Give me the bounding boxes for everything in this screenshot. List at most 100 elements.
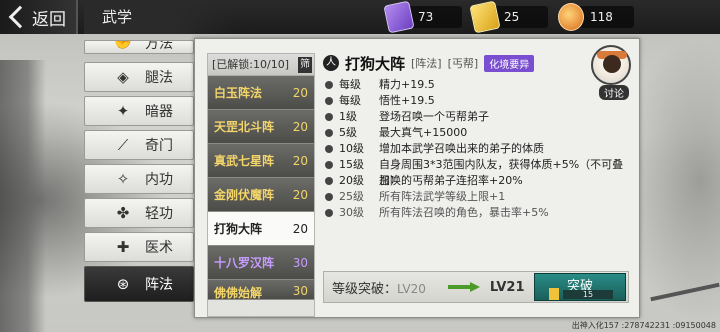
effect-item: 25级 所有阵法武学等级上限+1 xyxy=(323,189,629,205)
skill-list-header: [已解锁:10/10] 筛 xyxy=(208,54,314,76)
tree-trunk-decoration xyxy=(0,60,46,332)
category-item-fist[interactable]: ✊ 方法 xyxy=(84,40,194,54)
effect-item: 每级 精力+19.5 xyxy=(323,77,629,93)
effect-level: 10级 xyxy=(339,142,364,155)
category-label: 医术 xyxy=(145,240,173,256)
staff-icon: ⟋ xyxy=(117,136,129,154)
arrow-right-icon xyxy=(447,282,482,292)
bullet-icon xyxy=(325,161,333,169)
back-label: 返回 xyxy=(32,9,66,30)
beggar-portrait-avatar[interactable] xyxy=(591,45,631,85)
bullet-icon xyxy=(325,145,333,153)
skill-level: 20 xyxy=(292,221,308,236)
category-label: 暗器 xyxy=(145,104,173,120)
sect-icon: 人 xyxy=(323,55,339,71)
medicine-icon: ✚ xyxy=(116,238,130,256)
footer-id-text: 出神入化157 :278742231 :09150048 xyxy=(571,321,716,330)
skill-panel: [已解锁:10/10] 筛 白玉阵法 20 天罡北斗阵 20 真武七星阵 20 … xyxy=(194,38,640,318)
skill-name: 金刚伏魔阵 xyxy=(214,188,275,202)
effect-level: 15级 xyxy=(339,158,364,171)
category-item-inner[interactable]: ✧ 内功 xyxy=(84,164,194,194)
category-item-formation[interactable]: ⊛ 阵法 xyxy=(84,266,194,302)
effect-item: 15级 自身周围3*3范围内队友，获得体质+5%（不可叠加） xyxy=(323,157,629,187)
effect-item: 20级 召唤的丐帮弟子连招率+20% xyxy=(323,173,629,189)
fist-icon: ✊ xyxy=(113,40,133,50)
effect-text: 召唤的丐帮弟子连招率+20% xyxy=(379,174,523,187)
purple-token-icon xyxy=(383,0,415,34)
effect-text: 自身周围3*3范围内队友，获得体质+5%（不可叠加） xyxy=(379,158,624,187)
bullet-icon xyxy=(325,97,333,105)
effect-item: 5级 最大真气+15000 xyxy=(323,125,629,141)
effect-text: 登场召唤一个丐帮弟子 xyxy=(379,110,489,123)
category-label: 腿法 xyxy=(145,70,173,86)
effect-level: 5级 xyxy=(339,126,357,139)
meditation-icon: ✧ xyxy=(116,170,130,188)
effect-text: 精力+19.5 xyxy=(379,78,435,91)
skill-list[interactable]: [已解锁:10/10] 筛 白玉阵法 20 天罡北斗阵 20 真武七星阵 20 … xyxy=(207,53,315,317)
resource-purple[interactable]: 73 xyxy=(383,0,462,34)
current-level: LV20 xyxy=(397,281,426,296)
filter-button[interactable]: 筛 xyxy=(298,57,312,73)
bullet-icon xyxy=(325,177,333,185)
resource-gold[interactable]: 25 xyxy=(469,0,548,34)
bullet-icon xyxy=(325,193,333,201)
fire-coin-icon xyxy=(558,3,584,31)
skill-level: 20 xyxy=(292,85,308,100)
resource-value: 73 xyxy=(418,10,434,24)
resource-fire-coin[interactable]: 118 xyxy=(558,3,634,31)
category-item-qinggong[interactable]: ✤ 轻功 xyxy=(84,198,194,228)
next-level: LV21 xyxy=(489,279,525,295)
skill-row[interactable]: 金刚伏魔阵 20 xyxy=(208,178,314,212)
formation-icon: ⊛ xyxy=(116,275,130,293)
category-menu: ✊ 方法 ◈ 腿法 ✦ 暗器 ⟋ 奇门 ✧ 内功 ✤ 轻功 ✚ 医术 ⊛ 阵法 xyxy=(84,40,194,320)
page-title: 武学 xyxy=(84,0,234,34)
effect-item: 1级 登场召唤一个丐帮弟子 xyxy=(323,109,629,125)
effect-text: 所有阵法召唤的角色，暴击率+5% xyxy=(379,206,549,219)
effect-text: 最大真气+15000 xyxy=(379,126,468,139)
skill-level: 30 xyxy=(292,284,308,298)
gold-token-icon xyxy=(469,0,501,34)
effect-level: 1级 xyxy=(339,110,357,123)
effect-text: 增加本武学召唤出来的弟子的体质 xyxy=(379,142,544,155)
breakthrough-bar: 等级突破：LV20 LV21 突破 15 xyxy=(323,271,629,303)
category-item-unusual[interactable]: ⟋ 奇门 xyxy=(84,130,194,160)
category-label: 阵法 xyxy=(145,277,173,293)
category-item-leg[interactable]: ◈ 腿法 xyxy=(84,62,194,92)
leg-icon: ◈ xyxy=(117,68,129,86)
gold-token-icon xyxy=(549,288,559,300)
effect-text: 悟性+19.5 xyxy=(379,94,435,107)
skill-row-selected[interactable]: 打狗大阵 20 xyxy=(208,212,314,246)
top-bar: 返回 武学 73 25 118 xyxy=(0,0,720,34)
effect-level: 25级 xyxy=(339,190,364,203)
skill-row[interactable]: 佛佛始解 30 xyxy=(208,280,314,300)
unlock-count: [已解锁:10/10] xyxy=(212,58,289,71)
realm-badge: 化境要异 xyxy=(484,54,535,72)
resource-value: 25 xyxy=(504,10,520,24)
running-icon: ✤ xyxy=(116,204,130,222)
skill-row[interactable]: 白玉阵法 20 xyxy=(208,76,314,110)
discuss-button[interactable]: 讨论 xyxy=(599,85,629,100)
effect-level: 每级 xyxy=(339,94,361,107)
category-label: 方法 xyxy=(145,40,173,52)
chevron-left-icon xyxy=(8,5,32,29)
effect-item: 30级 所有阵法召唤的角色，暴击率+5% xyxy=(323,205,629,221)
breakthrough-label: 等级突破：LV20 xyxy=(332,278,426,297)
bullet-icon xyxy=(325,81,333,89)
bullet-icon xyxy=(325,209,333,217)
shuriken-icon: ✦ xyxy=(116,102,130,120)
breakthrough-button[interactable]: 突破 15 xyxy=(534,273,626,301)
skill-name: 白玉阵法 xyxy=(214,86,263,100)
category-label: 内功 xyxy=(145,172,173,188)
effect-list: 每级 精力+19.5 每级 悟性+19.5 1级 登场召唤一个丐帮弟子 5级 最大真气+… xyxy=(323,77,629,221)
skill-row[interactable]: 天罡北斗阵 20 xyxy=(208,110,314,144)
back-button[interactable]: 返回 xyxy=(0,0,78,34)
skill-row[interactable]: 真武七星阵 20 xyxy=(208,144,314,178)
bullet-icon xyxy=(325,113,333,121)
category-item-hidden-weapon[interactable]: ✦ 暗器 xyxy=(84,96,194,126)
face-shape xyxy=(603,55,621,73)
effect-item: 10级 增加本武学召唤出来的弟子的体质 xyxy=(323,141,629,157)
resource-value: 118 xyxy=(590,10,613,24)
category-item-medicine[interactable]: ✚ 医术 xyxy=(84,232,194,262)
skill-name: 佛佛始解 xyxy=(214,286,263,300)
skill-row[interactable]: 十八罗汉阵 30 xyxy=(208,246,314,280)
